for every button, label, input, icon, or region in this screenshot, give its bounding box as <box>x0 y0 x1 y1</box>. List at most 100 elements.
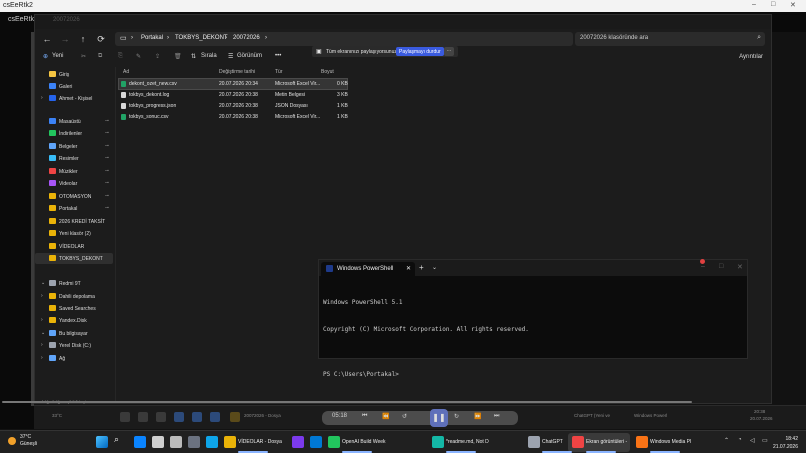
new-button[interactable]: Yeni <box>52 53 63 59</box>
remote-app-icon[interactable] <box>174 412 184 422</box>
taskbar-app-label[interactable]: *readme.md, Not D <box>446 439 489 445</box>
terminal-output[interactable]: Windows PowerShell 5.1 Copyright (C) Mic… <box>323 280 529 397</box>
expand-chevron-icon[interactable]: › <box>41 317 43 323</box>
remote-app-icon[interactable] <box>192 412 202 422</box>
taskbar-app-icon[interactable] <box>206 436 218 448</box>
sidebar-item[interactable]: VİDEOLAR <box>35 241 113 252</box>
taskbar-app-icon[interactable] <box>170 436 182 448</box>
taskbar-app-label[interactable]: ChatGPT <box>542 439 563 445</box>
copy-icon[interactable]: ⧉ <box>98 53 102 60</box>
sidebar-item[interactable]: OTOMASYON ⊸ <box>35 191 113 202</box>
sidebar-item[interactable]: › Ahmet - Kişisel <box>35 93 113 104</box>
breadcrumb-item[interactable]: Portakal <box>141 35 163 41</box>
search-input[interactable]: 20072026 klasöründe ara ⌕ <box>575 32 765 46</box>
file-row[interactable]: dekont_ozet_new.csv 20.07.2026 20:34 Micro… <box>118 78 348 90</box>
sidebar-item[interactable]: Müzikler ⊸ <box>35 166 113 177</box>
sidebar-item[interactable]: İndirilenler ⊸ <box>35 128 113 139</box>
file-row[interactable]: tokbys_sonuc.csv 20.07.2026 20:38 Microsof… <box>119 112 348 122</box>
minimize-icon[interactable]: – <box>701 263 705 270</box>
column-header-type[interactable]: Tür <box>275 69 283 75</box>
taskbar-app-label[interactable]: VİDEOLAR - Dosya <box>238 439 282 445</box>
forward-button[interactable]: → <box>59 34 71 44</box>
remote-taskbar-item[interactable]: 20072026 - Dosya <box>244 413 281 418</box>
close-icon[interactable]: ✕ <box>737 263 743 271</box>
media-next-icon[interactable]: ⏭ <box>494 413 499 420</box>
taskbar-app-icon[interactable] <box>188 436 200 448</box>
taskbar-app-icon[interactable] <box>432 436 444 448</box>
search-icon[interactable]: ⌕ <box>114 434 119 445</box>
terminal-tab[interactable]: Windows PowerShell ✕ <box>321 262 415 276</box>
media-prev-icon[interactable]: ⏮ <box>362 413 367 420</box>
cut-icon[interactable]: ✂ <box>81 53 86 60</box>
media-pause-button[interactable]: ❚❚ <box>430 409 448 427</box>
remote-search-icon[interactable] <box>138 412 148 422</box>
media-forward-icon[interactable]: ↻ <box>454 413 459 420</box>
taskbar-app-label[interactable]: OpenAI Build Week <box>342 439 386 445</box>
sidebar-item[interactable]: 2026 KREDİ TAKSİT <box>35 216 113 227</box>
details-button[interactable]: Ayrıntılar <box>739 54 763 60</box>
sidebar-item[interactable]: Belgeler ⊸ <box>35 141 113 152</box>
remote-taskbar-item[interactable]: ChatGPT (Yeni ve <box>574 413 610 418</box>
sidebar-item[interactable]: Resimler ⊸ <box>35 153 113 164</box>
breadcrumb-item[interactable]: 20072026 <box>233 35 260 41</box>
volume-icon[interactable]: ◁ <box>750 437 755 444</box>
sidebar-item[interactable]: › Dahili depolama <box>35 291 113 302</box>
media-rewind-icon[interactable]: ⏪ <box>382 413 389 420</box>
media-back-icon[interactable]: ↺ <box>402 413 407 420</box>
rename-icon[interactable]: ✎ <box>136 53 141 60</box>
address-bar[interactable]: ▭ › Portakal › TOKBYS_DEKONT › 20072026 … <box>115 32 573 46</box>
taskbar-app-icon[interactable] <box>310 436 322 448</box>
expand-chevron-icon[interactable]: › <box>41 355 43 361</box>
share-more-button[interactable]: ... <box>444 47 454 56</box>
back-button[interactable]: ← <box>41 34 53 44</box>
share-icon[interactable]: ⇪ <box>155 53 160 60</box>
paste-icon[interactable]: ⎘ <box>118 53 123 60</box>
battery-icon[interactable]: ▭ <box>762 437 768 444</box>
close-tab-icon[interactable]: ✕ <box>406 265 411 272</box>
taskbar-app-icon[interactable] <box>152 436 164 448</box>
pane-divider[interactable] <box>115 67 116 403</box>
taskbar-app-icon[interactable] <box>328 436 340 448</box>
taskbar-app-icon[interactable] <box>528 436 540 448</box>
new-tab-button[interactable]: + <box>419 263 424 272</box>
maximize-icon[interactable]: □ <box>719 263 723 270</box>
remote-app-icon[interactable] <box>210 412 220 422</box>
taskbar-app-icon[interactable] <box>572 436 584 448</box>
close-icon[interactable]: ✕ <box>790 1 796 9</box>
file-row[interactable]: tokbys_progress.json 20.07.2026 20:38 JSON… <box>119 101 348 111</box>
taskbar-app-label[interactable]: Ekran görüntüleri - <box>586 439 627 445</box>
remote-folder-icon[interactable] <box>230 412 240 422</box>
view-button[interactable]: Görünüm <box>237 53 262 59</box>
column-header-name[interactable]: Ad <box>123 69 129 75</box>
chevron-up-icon[interactable]: ⌃ <box>724 437 729 444</box>
explorer-tab-title[interactable]: 20072026 <box>53 17 80 23</box>
new-icon[interactable]: ⊕ <box>43 53 48 60</box>
more-options-button[interactable]: ••• <box>275 53 281 59</box>
remote-start-icon[interactable] <box>120 412 130 422</box>
sidebar-item[interactable]: Masaüstü ⊸ <box>35 116 113 127</box>
delete-icon[interactable]: 🗑 <box>174 53 182 60</box>
sidebar-item[interactable]: Saved Searches <box>35 303 113 314</box>
sidebar-item[interactable]: › Yandex.Disk <box>35 315 113 326</box>
column-header-size[interactable]: Boyut <box>321 69 334 75</box>
expand-chevron-icon[interactable]: › <box>41 95 43 101</box>
taskbar-app-icon[interactable] <box>292 436 304 448</box>
file-row[interactable]: tokbys_dekont.log 20.07.2026 20:38 Metin B… <box>119 90 348 100</box>
taskbar-app-icon[interactable] <box>636 436 648 448</box>
sidebar-item[interactable]: › Ağ <box>35 353 113 364</box>
horizontal-scrollbar[interactable] <box>0 400 806 404</box>
taskbar-app-label[interactable]: Windows Media Pl <box>650 439 691 445</box>
stop-sharing-button[interactable]: Paylaşmayı durdur <box>396 47 444 56</box>
expand-chevron-icon[interactable]: ⌄ <box>41 330 45 336</box>
expand-chevron-icon[interactable]: › <box>41 293 43 299</box>
sidebar-item[interactable]: › Yerel Disk (C:) <box>35 340 113 351</box>
sidebar-item[interactable]: Portakal ⊸ <box>35 203 113 214</box>
refresh-button[interactable]: ⟳ <box>95 34 107 45</box>
sidebar-item[interactable]: Videolar ⊸ <box>35 178 113 189</box>
scroll-thumb[interactable] <box>2 401 692 403</box>
clock[interactable]: 18:42 21.07.2026 <box>773 435 798 451</box>
expand-chevron-icon[interactable]: › <box>41 342 43 348</box>
breadcrumb-item[interactable]: TOKBYS_DEKONT <box>175 35 228 41</box>
sidebar-item[interactable]: Galeri <box>35 81 113 92</box>
maximize-icon[interactable]: □ <box>771 1 775 8</box>
